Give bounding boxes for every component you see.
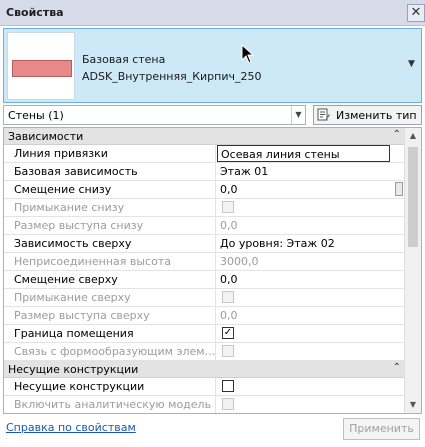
property-name: Зависимость сверху (4, 235, 216, 252)
property-value: 3000,0 (220, 255, 259, 268)
wall-swatch (12, 60, 72, 77)
property-name: Линия привязки (4, 145, 216, 162)
properties-titlebar: Свойства ✕ (0, 0, 425, 26)
property-row[interactable]: Смещение сверху 0,0 (4, 271, 405, 289)
type-family-label: Базовая стена (82, 53, 166, 66)
checkbox[interactable] (222, 380, 234, 392)
property-row: Примыкание снизу (4, 199, 405, 217)
mouse-cursor-icon (241, 44, 255, 64)
scroll-thumb-mini[interactable] (395, 182, 403, 196)
scroll-thumb[interactable] (408, 147, 418, 247)
property-value-text: 0,0 (220, 183, 238, 196)
section-header-constraints[interactable]: Зависимости ⌃ (4, 128, 405, 145)
window-title: Свойства (6, 6, 64, 19)
edit-type-icon (317, 108, 330, 121)
property-row: Примыкание сверху (4, 289, 405, 307)
properties-help-link[interactable]: Справка по свойствам (6, 421, 136, 434)
filter-selected: Стены (1) (8, 109, 64, 122)
property-name: Примыкание сверху (4, 289, 216, 306)
collapse-icon[interactable]: ⌃ (393, 129, 401, 140)
filter-row: Стены (1) ▼ Изменить тип (3, 105, 422, 125)
type-selector[interactable]: Базовая стена ADSK_Внутренняя_Кирпич_250… (3, 28, 422, 103)
chevron-down-icon[interactable]: ▼ (408, 60, 417, 69)
type-preview (7, 32, 75, 100)
collapse-icon[interactable]: ⌃ (393, 362, 401, 373)
checkbox-checked[interactable]: ✓ (222, 327, 234, 339)
property-row[interactable]: Несущие конструкции (4, 378, 405, 396)
properties-grid-body: Зависимости ⌃ Линия привязки Осевая лини… (4, 128, 405, 413)
checkbox (222, 291, 234, 303)
property-name: Граница помещения (4, 325, 216, 342)
property-row[interactable]: Базовая зависимость Этаж 01 (4, 163, 405, 181)
scroll-up-icon[interactable]: ▲ (407, 130, 419, 142)
property-name: Смещение сверху (4, 271, 216, 288)
close-icon[interactable]: ✕ (407, 4, 425, 22)
vertical-scrollbar[interactable]: ▲ ▼ (404, 128, 421, 413)
property-row[interactable]: Смещение снизу 0,0 (4, 181, 405, 199)
checkbox (222, 345, 234, 357)
property-value[interactable]: ✓ (217, 325, 405, 342)
property-value: 0,0 (220, 309, 238, 322)
property-value[interactable]: 0,0 (217, 181, 405, 198)
apply-button[interactable]: Применить (343, 418, 420, 440)
section-header-structural[interactable]: Несущие конструкции ⌃ (4, 361, 405, 378)
property-row: Неприсоединенная высота 3000,0 (4, 253, 405, 271)
property-name: Размер выступа сверху (4, 307, 216, 324)
element-filter-select[interactable]: Стены (1) ▼ (3, 105, 306, 125)
property-row: Связь с формообразующим элем... (4, 343, 405, 361)
property-value[interactable]: Этаж 01 (217, 163, 405, 180)
property-name: Неприсоединенная высота (4, 253, 216, 270)
properties-grid: Зависимости ⌃ Линия привязки Осевая лини… (3, 127, 422, 414)
property-value[interactable]: До уровня: Этаж 02 (217, 235, 405, 252)
property-value[interactable]: 0,0 (217, 271, 405, 288)
scroll-down-icon[interactable]: ▼ (407, 399, 419, 411)
property-value[interactable] (217, 378, 405, 395)
property-row[interactable]: Линия привязки Осевая линия стены (4, 145, 405, 163)
property-name: Несущие конструкции (4, 378, 216, 395)
chevron-down-icon[interactable]: ▼ (291, 106, 305, 124)
property-value (217, 199, 405, 216)
checkbox (222, 398, 234, 410)
property-value: 0,0 (220, 219, 238, 232)
property-name: Связь с формообразующим элем... (4, 343, 216, 360)
property-row: Размер выступа снизу 0,0 (4, 217, 405, 235)
property-row[interactable]: Граница помещения ✓ (4, 325, 405, 343)
property-name: Смещение снизу (4, 181, 216, 198)
edit-type-label: Изменить тип (336, 109, 417, 122)
property-row: Размер выступа сверху 0,0 (4, 307, 405, 325)
property-row[interactable]: Зависимость сверху До уровня: Этаж 02 (4, 235, 405, 253)
section-label: Зависимости (8, 130, 84, 143)
property-name: Размер выступа снизу (4, 217, 216, 234)
type-name-label: ADSK_Внутренняя_Кирпич_250 (82, 70, 262, 83)
property-name: Примыкание снизу (4, 199, 216, 216)
property-name: Включить аналитическую модель (4, 396, 216, 413)
section-label: Несущие конструкции (8, 363, 139, 376)
checkbox (222, 201, 234, 213)
property-value (217, 289, 405, 306)
edit-type-button[interactable]: Изменить тип (313, 105, 422, 125)
property-value (217, 343, 405, 360)
property-value-dropdown[interactable]: Осевая линия стены (217, 145, 390, 162)
property-value (217, 396, 405, 413)
property-row: Включить аналитическую модель (4, 396, 405, 413)
property-name: Базовая зависимость (4, 163, 216, 180)
